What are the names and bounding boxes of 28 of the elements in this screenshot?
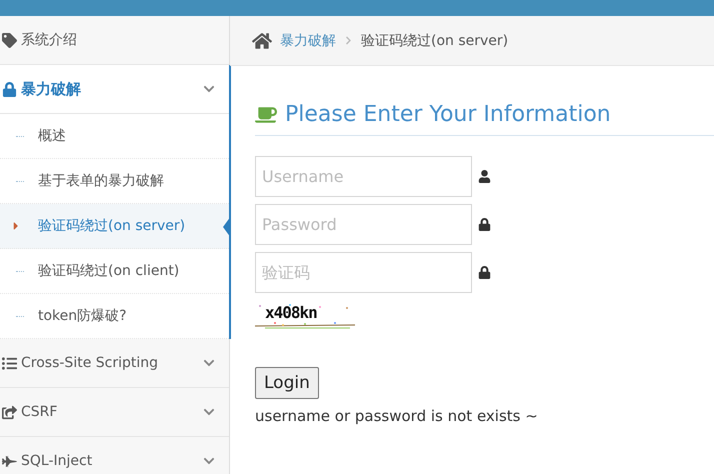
list-icon [2, 356, 17, 370]
tag-icon [2, 32, 17, 48]
chevron-icon [203, 455, 215, 467]
jet-icon [2, 454, 17, 468]
sidebar-item[interactable]: 暴力破解 [0, 65, 229, 114]
lock-icon [2, 82, 17, 96]
chevron-icon [203, 83, 215, 95]
lock-icon [478, 266, 491, 279]
error-message: username or password is not exists ~ [255, 407, 539, 425]
chevron-icon [344, 36, 353, 45]
captcha-image: x408kn [255, 303, 355, 329]
user-icon [478, 170, 491, 183]
submenu-item[interactable]: 基于表单的暴力破解 [0, 159, 229, 204]
chevron-icon [203, 406, 215, 418]
lock-icon [478, 218, 491, 231]
input-field[interactable]: 验证码 [255, 252, 472, 293]
form-title: Please Enter Your Information [285, 102, 611, 127]
submenu-item[interactable]: token防爆破? [0, 294, 229, 339]
breadcrumb-current: 验证码绕过(on server) [361, 32, 508, 50]
share-icon [2, 404, 17, 420]
input-field[interactable]: Password [255, 204, 472, 245]
submenu-item[interactable]: 验证码绕过(on client) [0, 249, 229, 294]
home-icon [252, 30, 272, 50]
login-button[interactable]: Login [255, 367, 319, 399]
input-field[interactable]: Username [255, 156, 472, 197]
submenu-item[interactable]: 验证码绕过(on server) [0, 204, 229, 249]
chevron-icon [203, 357, 215, 369]
submenu-item[interactable]: 概述 [0, 114, 229, 159]
